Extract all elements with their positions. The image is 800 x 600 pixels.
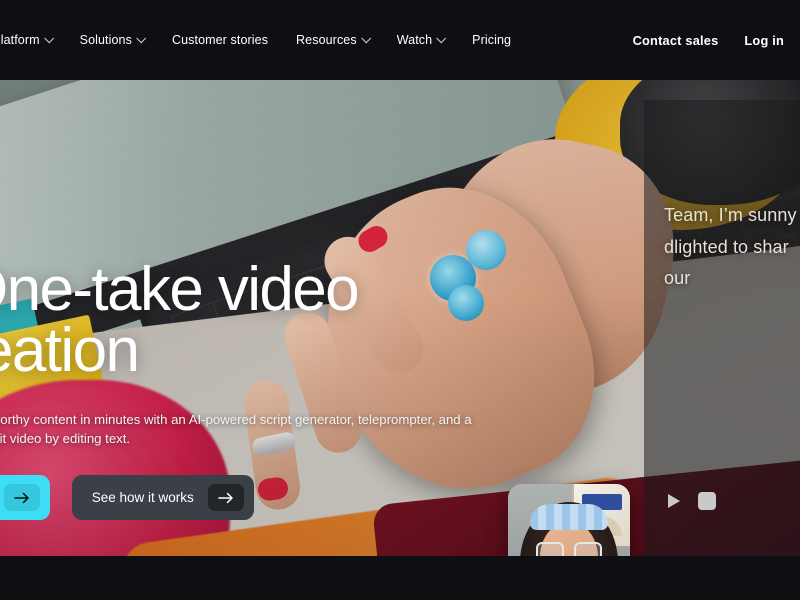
nav-item-label: Resources [296, 33, 357, 47]
arrow-right-icon [207, 484, 244, 512]
hero-title-line-2: reation [0, 315, 140, 385]
nav-secondary-links: Contact sales Log in [633, 33, 784, 48]
contact-sales-link[interactable]: Contact sales [633, 33, 719, 48]
arrow-right-icon [3, 484, 40, 512]
nav-item-customer-stories[interactable]: Customer stories [158, 33, 282, 47]
teleprompter-controls [662, 490, 716, 512]
nav-item-resources[interactable]: Resources [282, 32, 383, 47]
pip-lens [574, 542, 602, 556]
nav-item-watch[interactable]: Watch [383, 32, 458, 47]
nav-item-label: Solutions [79, 33, 132, 47]
main-navigation: eo platform Solutions Customer stories R… [0, 0, 800, 80]
pip-lens [536, 542, 564, 556]
play-icon[interactable] [662, 490, 684, 512]
page-root: eo platform Solutions Customer stories R… [0, 0, 800, 600]
chevron-down-icon [360, 32, 371, 43]
nav-primary-links: eo platform Solutions Customer stories R… [0, 32, 525, 47]
teleprompter-line-2: dlighted to shar [664, 236, 789, 257]
teleprompter-line-3: our [664, 268, 691, 288]
chevron-down-icon [43, 32, 54, 43]
secondary-button-label: See how it works [91, 490, 194, 506]
below-fold-area [0, 556, 800, 600]
chevron-down-icon [436, 32, 447, 43]
nav-item-video-platform[interactable]: eo platform [0, 32, 66, 47]
log-in-link[interactable]: Log in [744, 33, 784, 48]
pip-person-headband [530, 504, 608, 530]
nav-item-solutions[interactable]: Solutions [66, 32, 158, 47]
nav-item-label: Customer stories [171, 33, 269, 47]
see-how-it-works-button[interactable]: See how it works [71, 475, 254, 521]
hero-subtitle-line-2: y to edit video by editing text. [0, 431, 131, 447]
hero-subtitle-line-1: wow-worthy content in minutes with an AI… [0, 411, 472, 427]
glasses-icon [536, 542, 602, 556]
nav-item-label: Watch [396, 33, 433, 47]
webcam-preview[interactable] [508, 484, 630, 556]
nav-item-label: Pricing [472, 33, 512, 47]
nav-item-label: eo platform [0, 33, 40, 47]
hero-section: One-take video reation wow-worthy conten… [0, 80, 800, 556]
chevron-down-icon [136, 32, 147, 43]
hero-title-line-1: One-take video [0, 255, 360, 324]
nav-item-pricing[interactable]: Pricing [458, 33, 525, 47]
teleprompter-panel: Team, I’m sunny dlighted to shar our [644, 100, 800, 556]
teleprompter-line-1: Team, I’m sunny [664, 205, 797, 225]
teleprompter-script: Team, I’m sunny dlighted to shar our [664, 200, 800, 295]
hero-copy: One-take video reation wow-worthy conten… [0, 259, 560, 521]
hero-subtitle: wow-worthy content in minutes with an AI… [0, 410, 512, 450]
stop-icon[interactable] [698, 492, 716, 510]
hero-cta-group: w See how it works [0, 475, 560, 521]
page-title: One-take video reation [0, 259, 560, 385]
get-started-button[interactable]: w [0, 475, 50, 521]
